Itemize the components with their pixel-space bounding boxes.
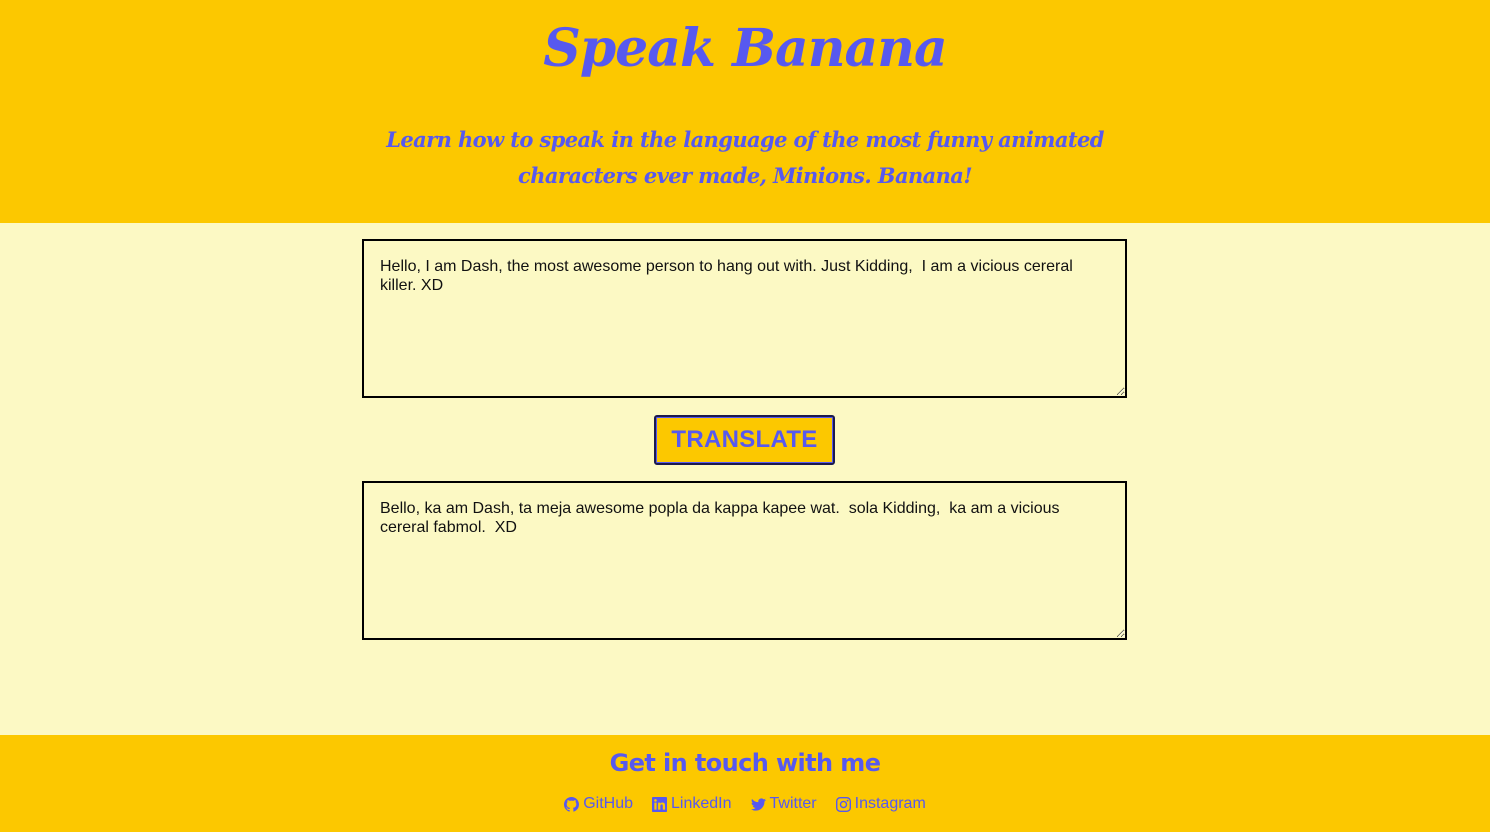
linkedin-link[interactable]: LinkedIn (652, 795, 732, 813)
input-textarea[interactable]: Hello, I am Dash, the most awesome perso… (362, 239, 1127, 398)
page-header: Speak Banana Learn how to speak in the l… (0, 0, 1490, 223)
page-title: Speak Banana (543, 18, 947, 79)
linkedin-label: LinkedIn (671, 795, 732, 812)
github-label: GitHub (583, 795, 634, 812)
instagram-icon (835, 796, 851, 812)
github-link[interactable]: GitHub (564, 795, 633, 813)
instagram-label: Instagram (854, 795, 926, 812)
github-icon (564, 796, 580, 812)
linkedin-icon (652, 796, 668, 812)
page-footer: Get in touch with me GitHub LinkedIn Twi… (0, 735, 1490, 832)
twitter-label: Twitter (769, 795, 817, 812)
page-subtitle: Learn how to speak in the language of th… (386, 127, 1104, 188)
twitter-icon (750, 797, 766, 811)
translate-button[interactable]: TRANSLATE (654, 415, 835, 465)
social-links: GitHub LinkedIn Twitter Instagram (0, 795, 1490, 813)
instagram-link[interactable]: Instagram (835, 795, 926, 813)
footer-heading: Get in touch with me (609, 749, 881, 777)
twitter-link[interactable]: Twitter (750, 795, 817, 813)
output-textarea[interactable]: Bello, ka am Dash, ta meja awesome popla… (362, 481, 1127, 640)
